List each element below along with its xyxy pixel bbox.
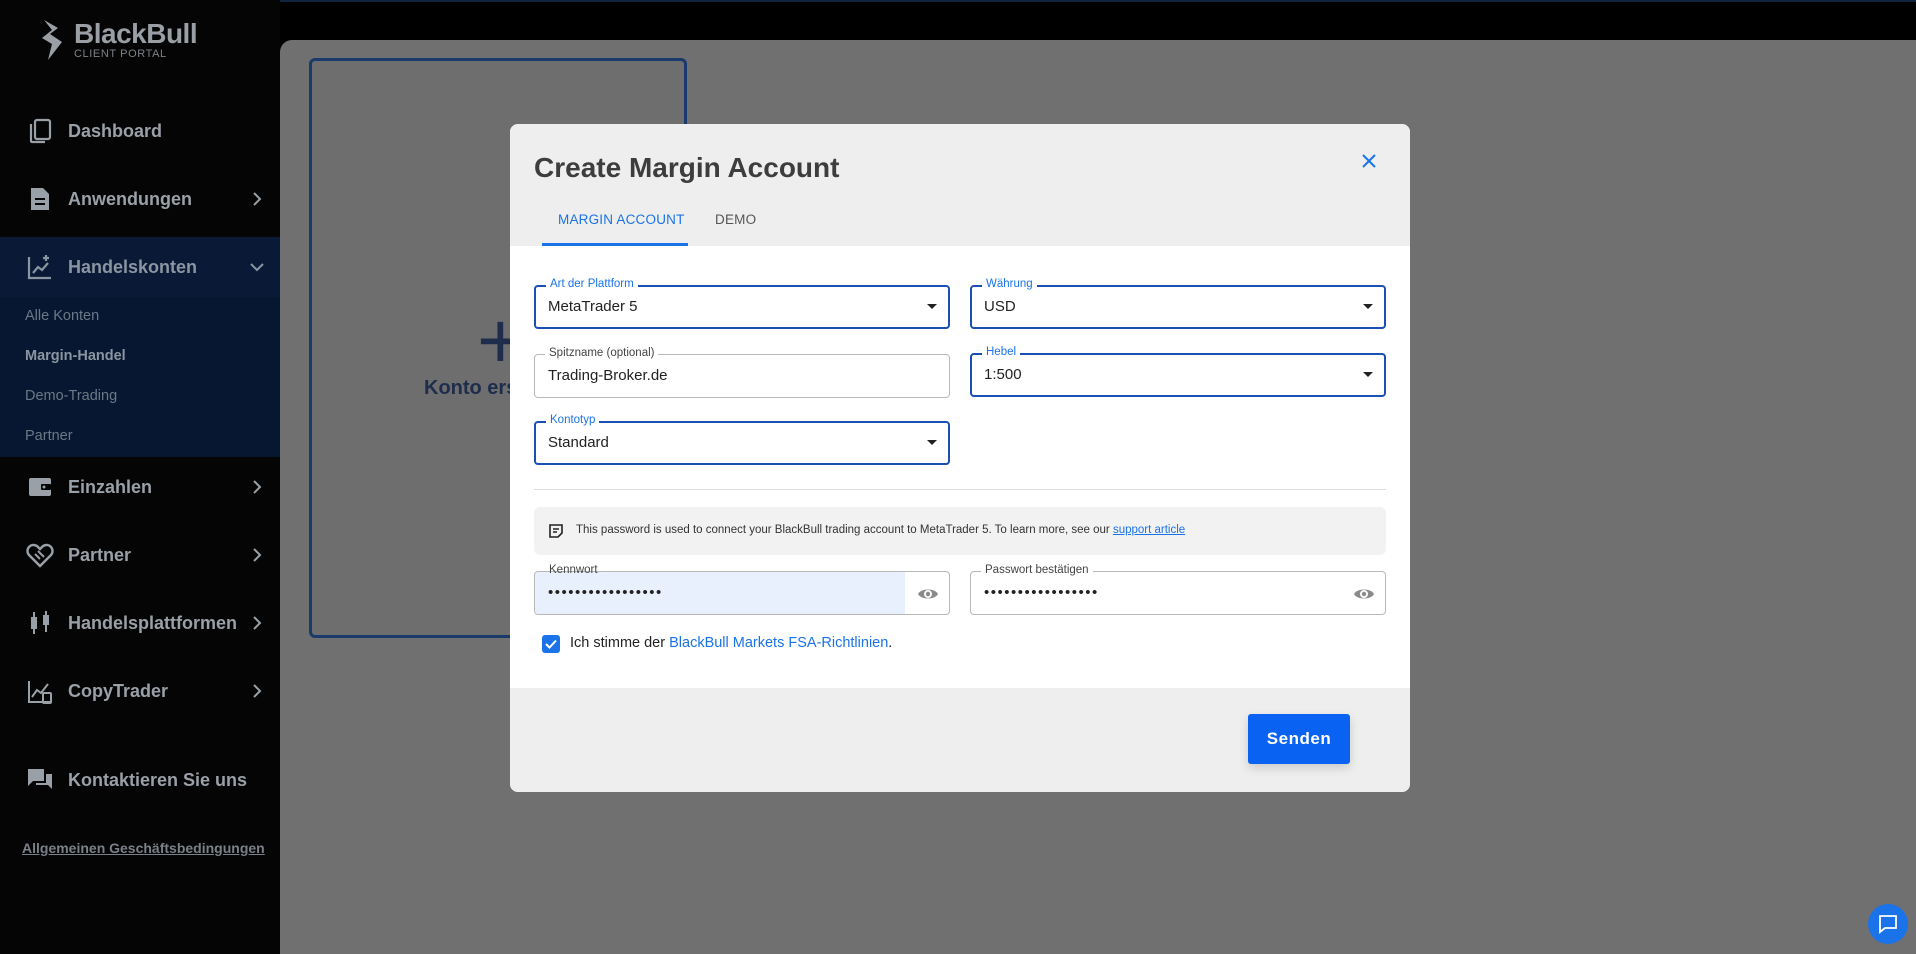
eye-icon[interactable] (1353, 583, 1375, 605)
platform-label: Art der Plattform (546, 277, 638, 291)
modal-header: Create Margin Account MARGIN ACCOUNT DEM… (510, 124, 1410, 246)
agree-text: Ich stimme der BlackBull Markets FSA-Ric… (570, 635, 892, 651)
create-margin-account-modal: Create Margin Account MARGIN ACCOUNT DEM… (510, 124, 1410, 792)
chat-icon (26, 766, 54, 794)
platform-value: MetaTrader 5 (548, 298, 638, 315)
account-type-value: Standard (548, 434, 609, 451)
password-info-box: This password is used to connect your Bl… (534, 507, 1386, 555)
handelskonten-submenu: Alle Konten Margin-Handel Demo-Trading P… (0, 297, 280, 457)
sidebar-item-kontakt[interactable]: Kontaktieren Sie uns (0, 750, 280, 810)
sidebar-item-label: CopyTrader (68, 680, 169, 701)
chat-widget-button[interactable] (1868, 904, 1908, 944)
chevron-right-icon (250, 548, 264, 562)
sidebar-item-handelskonten[interactable]: Handelskonten (0, 237, 280, 297)
agree-checkbox[interactable] (542, 635, 560, 653)
fsa-policy-link[interactable]: BlackBull Markets FSA-Richtlinien (669, 635, 888, 651)
nickname-field[interactable]: Spitzname (optional) Trading-Broker.de (534, 346, 950, 398)
chevron-down-icon (250, 260, 264, 274)
active-tab-indicator (542, 243, 688, 246)
sidebar-item-copytrader[interactable]: CopyTrader (0, 661, 280, 721)
leverage-select[interactable]: Hebel 1:500 (970, 345, 1386, 397)
tab-demo[interactable]: DEMO (715, 212, 756, 227)
chart-plus-icon (26, 253, 54, 281)
sidebar-item-einzahlen[interactable]: Einzahlen (0, 457, 280, 517)
sidebar-item-dashboard[interactable]: Dashboard (0, 101, 280, 161)
caret-down-icon (1363, 372, 1373, 377)
blackbull-logo-icon (40, 18, 66, 62)
submenu-item-margin-handel[interactable]: Margin-Handel (25, 348, 126, 364)
confirm-password-value: ••••••••••••••••• (984, 584, 1099, 601)
sidebar-item-label: Anwendungen (68, 188, 192, 209)
chevron-right-icon (250, 684, 264, 698)
confirm-password-label: Passwort bestätigen (981, 563, 1093, 577)
sidebar-item-partner[interactable]: Partner (0, 525, 280, 585)
eye-icon[interactable] (917, 583, 939, 605)
close-icon[interactable] (1358, 150, 1380, 172)
agree-suffix: . (888, 635, 893, 651)
leverage-label: Hebel (982, 345, 1021, 359)
password-field[interactable]: Kennwort ••••••••••••••••• (534, 564, 950, 615)
info-message: This password is used to connect your Bl… (576, 524, 1113, 536)
tab-margin-account[interactable]: MARGIN ACCOUNT (558, 212, 685, 227)
agree-prefix: Ich stimme der (570, 635, 670, 651)
wallet-icon (26, 473, 54, 501)
password-value: ••••••••••••••••• (548, 584, 663, 601)
nickname-value: Trading-Broker.de (548, 367, 668, 384)
create-account-label: Konto ers (424, 377, 518, 399)
submenu-item-partner[interactable]: Partner (25, 428, 73, 444)
password-label: Kennwort (549, 564, 598, 576)
caret-down-icon (1363, 304, 1373, 309)
currency-select[interactable]: Währung USD (970, 277, 1386, 329)
sidebar-item-label: Partner (68, 544, 132, 565)
sidebar-item-label: Dashboard (68, 120, 163, 141)
chevron-right-icon (250, 192, 264, 206)
chevron-right-icon (250, 480, 264, 494)
currency-value: USD (984, 298, 1016, 315)
modal-title: Create Margin Account (534, 152, 840, 183)
platform-select[interactable]: Art der Plattform MetaTrader 5 (534, 277, 950, 329)
sidebar-item-label: Einzahlen (68, 476, 153, 497)
confirm-password-field[interactable]: Passwort bestätigen ••••••••••••••••• (970, 563, 1386, 615)
nickname-label: Spitzname (optional) (545, 346, 659, 360)
logo[interactable]: BlackBull CLIENT PORTAL (40, 18, 198, 62)
sidebar-item-label: Handelsplattformen (68, 612, 238, 633)
trend-icon (26, 677, 54, 705)
chevron-right-icon (250, 616, 264, 630)
sidebar-item-handelsplattformen[interactable]: Handelsplattformen (0, 593, 280, 653)
submenu-item-alle-konten[interactable]: Alle Konten (25, 308, 99, 324)
submit-button[interactable]: Senden (1248, 714, 1350, 764)
sidebar: BlackBull CLIENT PORTAL Dashboard Anwend… (0, 0, 280, 954)
sidebar-item-label: Handelskonten (68, 256, 198, 277)
caret-down-icon (927, 440, 937, 445)
checkmark-icon (545, 639, 557, 649)
handshake-icon (26, 541, 54, 569)
note-icon (548, 523, 564, 539)
modal-footer: Senden (510, 688, 1410, 792)
leverage-value: 1:500 (984, 366, 1022, 383)
account-type-select[interactable]: Kontotyp Standard (534, 413, 950, 465)
top-border (0, 0, 1916, 2)
terms-link[interactable]: Allgemeinen Geschäftsbedingungen (22, 840, 265, 856)
submenu-item-demo-trading[interactable]: Demo-Trading (25, 388, 117, 404)
sidebar-item-label: Kontaktieren Sie uns (68, 769, 248, 790)
brand-name: BlackBull (74, 18, 198, 49)
info-text: This password is used to connect your Bl… (576, 524, 1185, 536)
document-icon (26, 185, 54, 213)
message-icon (1879, 915, 1897, 934)
caret-down-icon (927, 304, 937, 309)
candlestick-icon (26, 609, 54, 637)
sidebar-item-anwendungen[interactable]: Anwendungen (0, 169, 280, 229)
currency-label: Währung (982, 277, 1037, 291)
account-type-label: Kontotyp (546, 413, 600, 427)
divider (534, 489, 1386, 490)
copy-icon (26, 117, 54, 145)
support-article-link[interactable]: support article (1113, 524, 1185, 536)
